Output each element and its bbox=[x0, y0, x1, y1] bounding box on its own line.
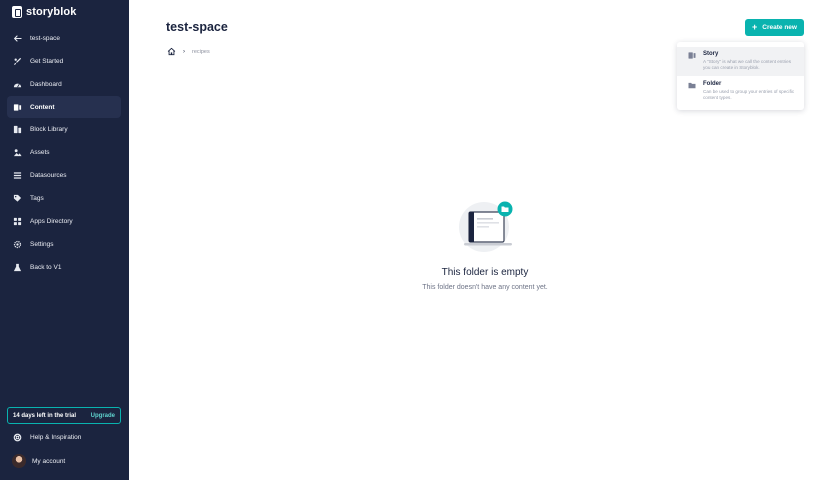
rocket-icon bbox=[13, 57, 22, 66]
sidebar-item-content[interactable]: Content bbox=[7, 96, 121, 118]
apps-icon bbox=[13, 217, 22, 226]
empty-state-subtitle: This folder doesn't have any content yet… bbox=[422, 284, 548, 291]
sidebar-item-label: Back to V1 bbox=[30, 263, 62, 271]
gauge-icon bbox=[13, 80, 22, 89]
sidebar-item-label: Datasources bbox=[30, 171, 67, 179]
flask-icon bbox=[13, 263, 22, 272]
sidebar-item-help[interactable]: Help & Inspiration bbox=[7, 426, 121, 448]
sidebar-item-label: Content bbox=[30, 103, 55, 111]
story-icon bbox=[688, 52, 696, 59]
dropdown-item-title: Folder bbox=[703, 81, 722, 87]
sidebar-item-datasources[interactable]: Datasources bbox=[7, 164, 121, 186]
sidebar-item-tags[interactable]: Tags bbox=[7, 187, 121, 209]
dropdown-item-story[interactable]: Story A "Story" is what we call the cont… bbox=[677, 47, 804, 76]
dropdown-item-description: A "Story" is what we call the content en… bbox=[703, 59, 792, 70]
create-new-button[interactable]: + Create new bbox=[745, 19, 804, 36]
trial-text: 14 days left in the trial bbox=[13, 412, 77, 419]
breadcrumb-current[interactable]: recipes bbox=[192, 49, 210, 55]
sidebar-item-block-library[interactable]: Block Library bbox=[7, 118, 121, 140]
sidebar-item-back-space[interactable]: test-space bbox=[7, 27, 121, 49]
tag-icon bbox=[13, 194, 22, 203]
sidebar-item-back-to-v1[interactable]: Back to V1 bbox=[7, 256, 121, 278]
plus-icon: + bbox=[752, 22, 758, 32]
chevron-right-icon: › bbox=[183, 48, 185, 55]
arrow-left-icon bbox=[13, 34, 22, 43]
storyblok-logo-icon bbox=[12, 6, 22, 18]
storyblok-logo[interactable]: storyblok bbox=[12, 5, 76, 19]
sidebar-item-dashboard[interactable]: Dashboard bbox=[7, 73, 121, 95]
sidebar-item-get-started[interactable]: Get Started bbox=[7, 50, 121, 72]
page-title: test-space bbox=[166, 20, 228, 34]
assets-icon bbox=[13, 148, 22, 157]
account-label: My account bbox=[32, 457, 66, 465]
sidebar-item-label: Tags bbox=[30, 194, 44, 202]
lifebuoy-icon bbox=[13, 433, 22, 442]
account-menu[interactable]: My account bbox=[12, 453, 65, 469]
dropdown-item-folder[interactable]: Folder Can be used to group your entries… bbox=[677, 77, 804, 106]
gear-icon bbox=[13, 240, 22, 249]
sidebar-item-label: Dashboard bbox=[30, 80, 62, 88]
create-new-label: Create new bbox=[762, 24, 797, 31]
sidebar-item-label: Block Library bbox=[30, 125, 68, 133]
blocks-icon bbox=[13, 125, 22, 134]
dropdown-item-description: Can be used to group your entries of spe… bbox=[703, 89, 795, 100]
breadcrumb: › recipes bbox=[167, 47, 210, 56]
sidebar-item-apps-directory[interactable]: Apps Directory bbox=[7, 210, 121, 232]
list-icon bbox=[13, 171, 22, 180]
trial-banner: 14 days left in the trial Upgrade bbox=[7, 407, 121, 424]
home-icon[interactable] bbox=[167, 47, 176, 56]
dropdown-item-title: Story bbox=[703, 51, 719, 57]
upgrade-link[interactable]: Upgrade bbox=[91, 413, 115, 419]
sidebar-item-label: Assets bbox=[30, 148, 50, 156]
sidebar-item-label: Apps Directory bbox=[30, 217, 73, 225]
sidebar-item-label: Settings bbox=[30, 240, 54, 248]
content-icon bbox=[13, 103, 22, 112]
folder-icon bbox=[688, 82, 696, 89]
sidebar: storyblok test-space Get Started Dashboa… bbox=[0, 0, 129, 480]
avatar bbox=[12, 454, 26, 468]
logo-text: storyblok bbox=[26, 6, 77, 18]
sidebar-item-label: Help & Inspiration bbox=[30, 433, 82, 441]
sidebar-item-label: Get Started bbox=[30, 57, 64, 65]
sidebar-item-label: test-space bbox=[30, 34, 60, 42]
create-new-dropdown: Story A "Story" is what we call the cont… bbox=[677, 42, 804, 110]
sidebar-item-settings[interactable]: Settings bbox=[7, 233, 121, 255]
empty-state-title: This folder is empty bbox=[441, 267, 529, 278]
sidebar-item-assets[interactable]: Assets bbox=[7, 141, 121, 163]
empty-folder-illustration bbox=[456, 199, 514, 253]
